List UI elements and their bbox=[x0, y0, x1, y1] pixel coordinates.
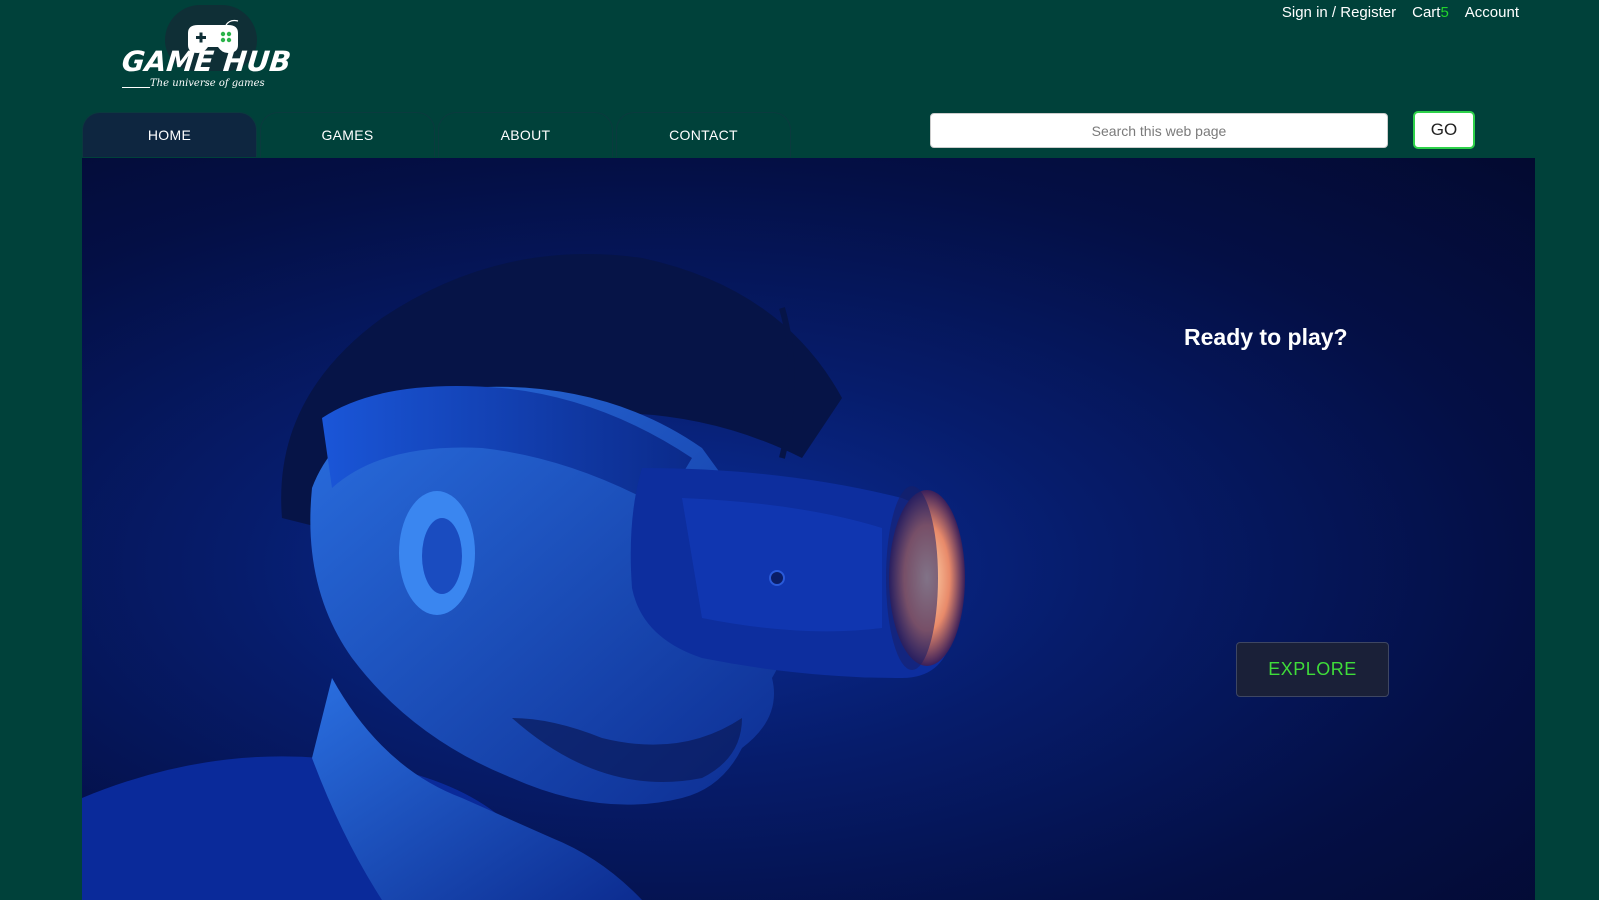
go-button[interactable]: GO bbox=[1413, 111, 1475, 149]
tab-games[interactable]: GAMES bbox=[260, 112, 435, 157]
hero-banner: Ready to play? EXPLORE bbox=[82, 158, 1535, 900]
tab-about[interactable]: ABOUT bbox=[438, 112, 613, 157]
vr-player-image bbox=[82, 254, 965, 900]
page: GAME HUB The universe of games Sign in /… bbox=[0, 0, 1599, 900]
cart-link[interactable]: Cart5 bbox=[1412, 4, 1449, 21]
top-links: Sign in / Register Cart5 Account bbox=[1282, 4, 1519, 21]
sign-in-register-link[interactable]: Sign in / Register bbox=[1282, 4, 1396, 21]
hero-heading: Ready to play? bbox=[1184, 324, 1348, 350]
logo-underline bbox=[122, 87, 150, 88]
search-input[interactable] bbox=[930, 113, 1388, 148]
logo-title: GAME HUB bbox=[120, 45, 293, 78]
explore-button[interactable]: EXPLORE bbox=[1236, 642, 1389, 697]
account-link[interactable]: Account bbox=[1465, 4, 1519, 21]
tab-contact[interactable]: CONTACT bbox=[616, 112, 791, 157]
main-nav: HOME GAMES ABOUT CONTACT bbox=[82, 112, 791, 157]
tab-home[interactable]: HOME bbox=[82, 112, 257, 157]
cart-label: Cart bbox=[1412, 4, 1441, 21]
logo[interactable]: GAME HUB The universe of games bbox=[120, 5, 297, 95]
logo-tagline: The universe of games bbox=[150, 78, 265, 89]
cart-count-badge: 5 bbox=[1440, 4, 1449, 21]
